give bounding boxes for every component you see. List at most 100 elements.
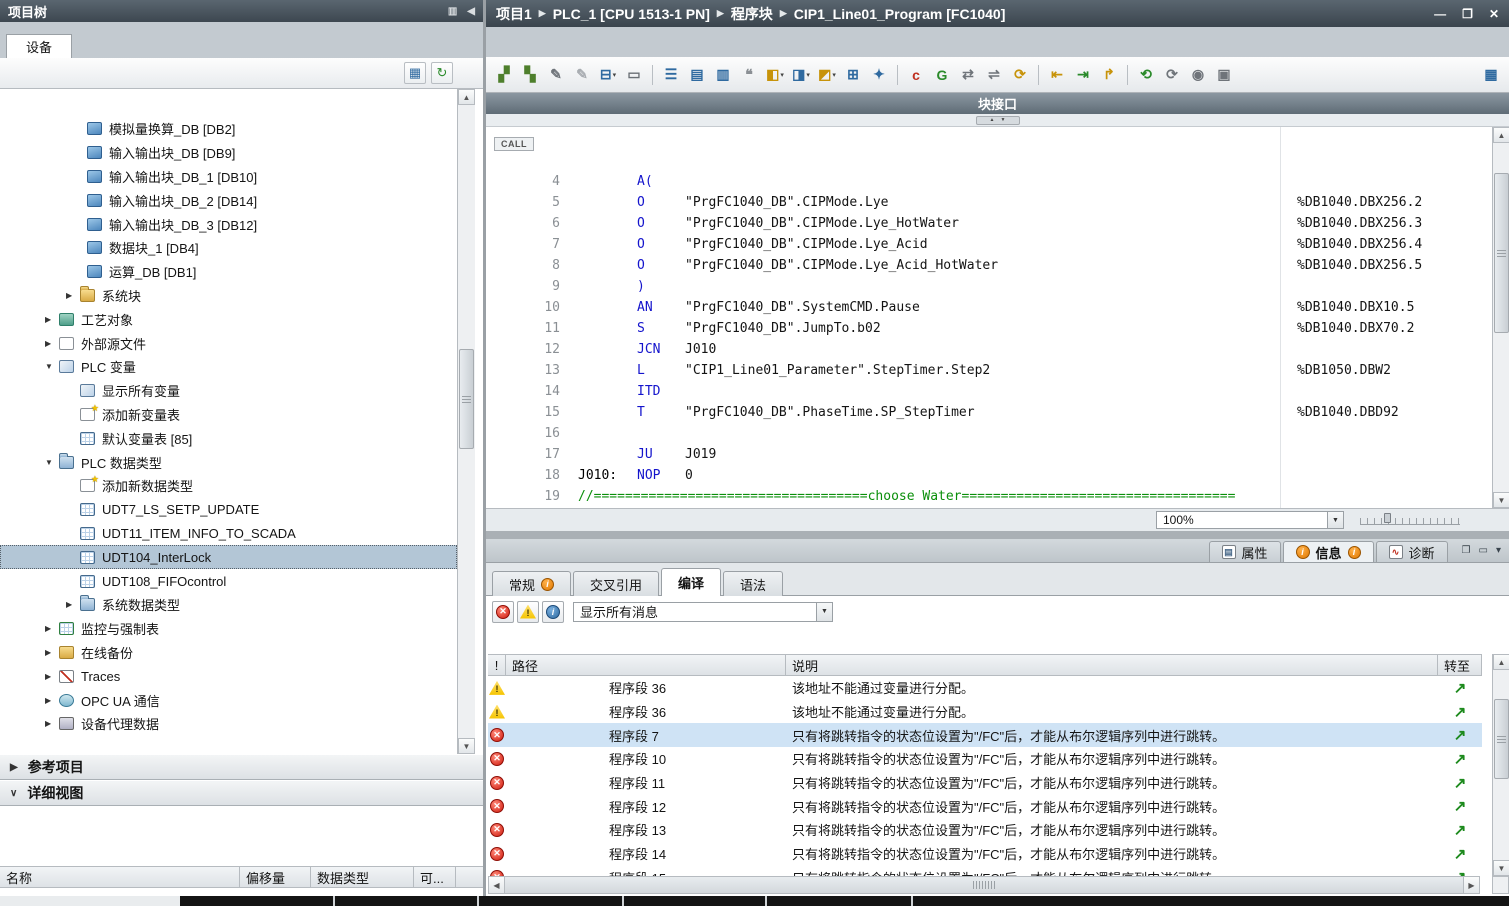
symbol-display-icon[interactable]: ◨▾ (789, 63, 813, 87)
tree-item[interactable]: 添加新变量表 (0, 403, 457, 427)
inspector-tab-properties[interactable]: ▤属性 (1209, 541, 1281, 562)
sync-calls-icon[interactable]: ⇄ (956, 63, 980, 87)
insert-stl-network-icon[interactable]: ▚ (518, 63, 542, 87)
code-line[interactable]: 16 (486, 423, 1492, 444)
snapshot-icon[interactable]: ▣ (1212, 63, 1236, 87)
breakpoints-icon[interactable]: ◉ (1186, 63, 1210, 87)
code-line[interactable]: 13L"CIP1_Line01_Parameter".StepTimer.Ste… (486, 360, 1492, 381)
goto-arrow-icon[interactable]: ↗ (1454, 774, 1467, 792)
go-to-definition-icon[interactable]: G (930, 63, 954, 87)
message-row[interactable]: !程序段 36该地址不能通过变量进行分配。↗ (488, 676, 1482, 700)
start-monitoring-icon[interactable]: ⟲ (1134, 63, 1158, 87)
filter-errors-button[interactable]: ✕ (492, 601, 514, 623)
tree-item[interactable]: 输入输出块_DB_2 [DB14] (0, 188, 457, 212)
collapse-panel-left-icon[interactable]: ◀ (467, 6, 475, 17)
expand-panel-icon[interactable]: ▭ (1479, 545, 1488, 556)
symbol-info-icon[interactable]: ◩▾ (815, 63, 839, 87)
inspector-tab-info[interactable]: i信息i (1283, 541, 1374, 562)
tree-item[interactable]: ▶监控与强制表 (0, 617, 457, 641)
scrollbar-thumb[interactable] (1494, 699, 1509, 779)
code-line[interactable]: 14ITD (486, 381, 1492, 402)
scroll-up-icon[interactable]: ▲ (1493, 654, 1509, 670)
collapse-panel-icon[interactable]: ▾ (1496, 545, 1501, 556)
chevron-down-icon[interactable]: ▼ (816, 603, 832, 621)
favorites-icon[interactable]: ✦ (867, 63, 891, 87)
goto-arrow-icon[interactable]: ↗ (1454, 845, 1467, 863)
tree-item[interactable]: ▼PLC 变量 (0, 355, 457, 379)
message-row[interactable]: ✕程序段 10只有将跳转指令的状态位设置为"/FC"后，才能从布尔逻辑序列中进行… (488, 747, 1482, 771)
zoom-slider-handle[interactable] (1384, 513, 1391, 523)
code-line[interactable]: 12JCNJ010 (486, 339, 1492, 360)
chevron-collapsed-icon[interactable]: ▶ (45, 315, 59, 324)
network-comments-icon[interactable]: ❝ (737, 63, 761, 87)
tree-item[interactable]: ▶OPC UA 通信 (0, 688, 457, 712)
tree-item[interactable]: 输入输出块_DB [DB9] (0, 141, 457, 165)
block-interface-bar[interactable]: 块接口 (486, 93, 1509, 114)
details-view-bar[interactable]: ∨ 详细视图 (0, 780, 483, 806)
scroll-down-icon[interactable]: ▼ (1493, 492, 1509, 508)
scrollbar-thumb[interactable] (459, 349, 474, 449)
filter-info-button[interactable]: i (542, 601, 564, 623)
code-line[interactable]: 8O"PrgFC1040_DB".CIPMode.Lye_Acid_HotWat… (486, 255, 1492, 276)
tree-item[interactable]: ▶系统数据类型 (0, 593, 457, 617)
jump-to-label-icon[interactable]: ⇥ (1071, 63, 1095, 87)
scroll-down-icon[interactable]: ▼ (1493, 860, 1509, 876)
tree-item[interactable]: ▶设备代理数据 (0, 712, 457, 736)
tree-item[interactable]: 数据块_1 [DB4] (0, 236, 457, 260)
goto-arrow-icon[interactable]: ↗ (1454, 703, 1467, 721)
block-interface-toggle-icon[interactable]: ⊞ (841, 63, 865, 87)
editor-scrollbar[interactable]: ▲ ▼ (1492, 127, 1509, 508)
tree-item[interactable]: ▶在线备份 (0, 641, 457, 665)
breadcrumb-segment[interactable]: 项目1 (496, 4, 532, 24)
stop-monitoring-icon[interactable]: ⟳ (1160, 63, 1184, 87)
tree-item[interactable]: 显示所有变量 (0, 379, 457, 403)
inspector-tab-diagnostics[interactable]: ∿诊断 (1376, 541, 1448, 562)
tab-general[interactable]: 常规i (492, 571, 571, 596)
tree-item[interactable]: 模拟量换算_DB [DB2] (0, 117, 457, 141)
tree-item[interactable]: ▶Traces (0, 664, 457, 688)
message-row[interactable]: ✕程序段 13只有将跳转指令的状态位设置为"/FC"后，才能从布尔逻辑序列中进行… (488, 818, 1482, 842)
open-all-networks-icon[interactable]: ☰ (659, 63, 683, 87)
chevron-expanded-icon[interactable]: ▼ (45, 458, 59, 467)
goto-arrow-icon[interactable]: ↗ (1454, 797, 1467, 815)
tree-item[interactable]: 默认变量表 [85] (0, 426, 457, 450)
stl-code-editor[interactable]: CALL 4A(5O"PrgFC1040_DB".CIPMode.Lye%DB1… (486, 127, 1509, 508)
code-line[interactable]: 15T"PrgFC1040_DB".PhaseTime.SP_StepTimer… (486, 402, 1492, 423)
close-icon[interactable]: ✕ (1489, 7, 1499, 21)
tree-item[interactable]: 添加新数据类型 (0, 474, 457, 498)
chevron-collapsed-icon[interactable]: ▶ (45, 648, 59, 657)
scroll-left-icon[interactable]: ◀ (489, 877, 505, 893)
scroll-up-icon[interactable]: ▲ (458, 89, 475, 105)
zoom-select[interactable]: 100% ▼ (1156, 511, 1344, 529)
tree-item[interactable]: UDT108_FIFOcontrol (0, 569, 457, 593)
compile-icon[interactable]: ⟳ (1008, 63, 1032, 87)
goto-arrow-icon[interactable]: ↗ (1454, 868, 1467, 876)
scroll-down-icon[interactable]: ▼ (458, 738, 475, 754)
insert-empty-box-icon[interactable]: ▭ (622, 63, 646, 87)
next-point-icon[interactable]: ↱ (1097, 63, 1121, 87)
tree-item[interactable]: ▶系统块 (0, 284, 457, 308)
code-area[interactable]: 4A(5O"PrgFC1040_DB".CIPMode.Lye%DB1040.D… (486, 171, 1492, 507)
tree-item[interactable]: 输入输出块_DB_1 [DB10] (0, 165, 457, 189)
code-line[interactable]: 7O"PrgFC1040_DB".CIPMode.Lye_Acid%DB1040… (486, 234, 1492, 255)
message-row[interactable]: ✕程序段 12只有将跳转指令的状态位设置为"/FC"后，才能从布尔逻辑序列中进行… (488, 794, 1482, 818)
goto-arrow-icon[interactable]: ↗ (1454, 679, 1467, 697)
insert-network-icon[interactable]: ▞ (492, 63, 516, 87)
delete-row-icon[interactable]: ✎ (570, 63, 594, 87)
tree-item[interactable]: UDT7_LS_SETP_UPDATE (0, 498, 457, 522)
breadcrumb-segment[interactable]: CIP1_Line01_Program [FC1040] (794, 6, 1006, 22)
call-region-tag[interactable]: CALL (494, 137, 534, 151)
jump-backward-icon[interactable]: ⇤ (1045, 63, 1069, 87)
tab-devices[interactable]: 设备 (6, 34, 72, 58)
message-row[interactable]: ✕程序段 15只有将跳转指令的状态位设置为"/FC"后，才能从布尔逻辑序列中进行… (488, 866, 1482, 877)
chevron-collapsed-icon[interactable]: ▶ (45, 719, 59, 728)
close-all-networks-icon[interactable]: ▤ (685, 63, 709, 87)
chevron-down-icon[interactable]: ▼ (1327, 512, 1343, 528)
float-panel-icon[interactable]: ❐ (1462, 545, 1471, 556)
message-table-scrollbar[interactable]: ▲ ▼ (1492, 654, 1509, 876)
auto-collapse-icon[interactable]: ▥ (448, 6, 457, 17)
restore-icon[interactable]: ❐ (1462, 7, 1473, 21)
tree-item[interactable]: ▼PLC 数据类型 (0, 450, 457, 474)
tree-item[interactable]: UDT104_InterLock (0, 545, 457, 569)
code-line[interactable]: 18J010:NOP0 (486, 465, 1492, 486)
